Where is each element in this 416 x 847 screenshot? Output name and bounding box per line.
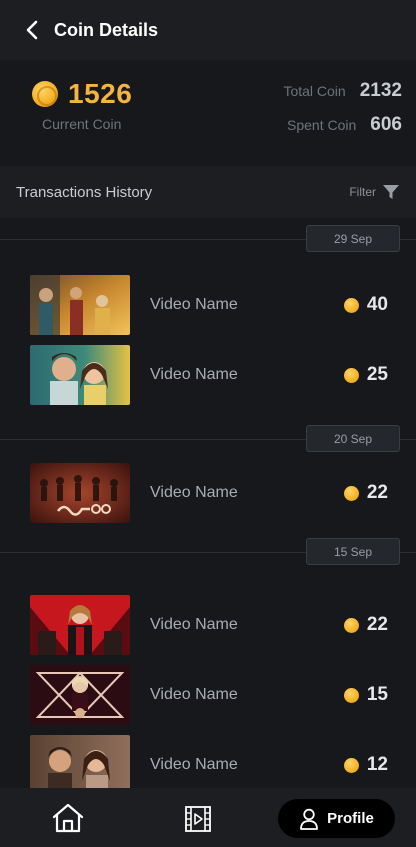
date-badge: 20 Sep [306,425,400,452]
spent-coin-value: 606 [370,114,402,135]
video-name: Video Name [150,616,238,633]
top-bar: Coin Details [0,0,416,60]
coin-amount: 25 [366,364,388,385]
list-item[interactable]: Video Name 22 [0,463,416,523]
list-item[interactable]: Video Name 22 [0,595,416,655]
coin-icon [343,617,359,633]
spent-coin-row: Spent Coin 606 [287,114,402,136]
coin-icon [343,367,359,383]
video-thumbnail [30,463,130,523]
chevron-left-icon [26,20,38,40]
video-thumbnail [30,275,130,335]
video-name: Video Name [150,366,238,383]
coin-amount: 15 [366,684,388,705]
total-coin-value: 2132 [359,80,402,101]
coin-amount-group: 25 [343,364,388,386]
filter-icon [383,185,399,199]
list-item[interactable]: Video Name 25 [0,345,416,405]
coin-summary: 1526 Current Coin Total Coin 2132 Spent … [0,60,416,166]
transactions-list[interactable]: 29 Sep Video Name 40 Video Name 25 20 Se… [0,218,416,788]
date-badge: 29 Sep [306,225,400,252]
list-item[interactable]: Video Name 12 [0,735,416,788]
page-title: Coin Details [54,19,159,40]
date-badge: 15 Sep [306,538,400,565]
current-coin-label: Current Coin [42,116,122,132]
film-icon [185,806,211,832]
nav-profile-label: Profile [327,810,374,827]
coin-amount: 22 [366,482,388,503]
transactions-header: Transactions History Filter [0,166,416,218]
video-thumbnail [30,595,130,655]
video-name: Video Name [150,296,238,313]
user-icon [300,808,319,830]
list-item[interactable]: Video Name 40 [0,275,416,335]
coin-amount-group: 22 [343,614,388,636]
nav-profile-button[interactable]: Profile [278,799,395,838]
bottom-navigation: Profile [0,788,416,847]
video-name: Video Name [150,686,238,703]
current-coin-value: 1526 [68,78,133,109]
coin-amount: 40 [366,294,388,315]
video-name: Video Name [150,756,238,773]
video-thumbnail [30,735,130,788]
nav-home-button[interactable] [50,802,86,834]
home-icon [52,803,84,833]
spent-coin-label: Spent Coin [287,117,357,133]
video-name: Video Name [150,484,238,501]
back-button[interactable] [12,10,52,50]
coin-amount: 12 [366,754,388,775]
nav-videos-button[interactable] [183,804,213,834]
coin-amount: 22 [366,614,388,635]
coin-amount-group: 15 [343,684,388,706]
coin-icon [343,297,359,313]
filter-button[interactable]: Filter [349,183,400,201]
coin-amount-group: 40 [343,294,388,316]
coin-icon [343,687,359,703]
total-coin-label: Total Coin [283,83,346,99]
current-coin-block: 1526 Current Coin [32,78,132,132]
filter-label: Filter [349,185,376,199]
list-item[interactable]: Video Name 15 [0,665,416,725]
coin-icon [32,81,58,107]
total-coin-row: Total Coin 2132 [283,80,402,102]
video-thumbnail [30,345,130,405]
transactions-title: Transactions History [16,183,153,201]
coin-icon [343,485,359,501]
coin-amount-group: 22 [343,482,388,504]
coin-amount-group: 12 [343,754,388,776]
video-thumbnail [30,665,130,725]
coin-icon [343,757,359,773]
